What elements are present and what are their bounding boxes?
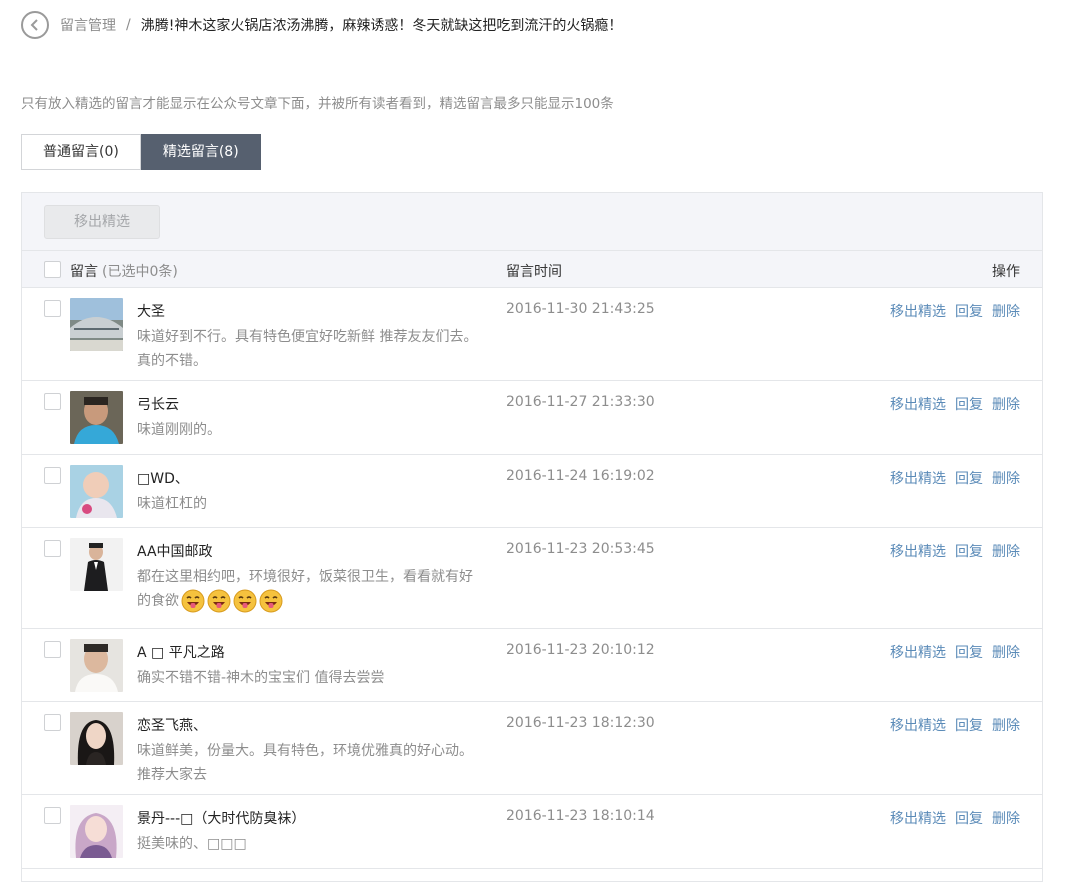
- drooling-face-icon: [207, 589, 231, 613]
- avatar: [70, 712, 123, 765]
- comment-text: 味道鲜美，份量大。具有特色，环境优雅真的好心动。推荐大家去: [137, 743, 473, 783]
- table-toolbar: 移出精选: [22, 193, 1042, 251]
- row-checkbox[interactable]: [44, 714, 61, 731]
- tab-normal-messages[interactable]: 普通留言(0): [21, 134, 141, 170]
- commenter-name: A □ 平凡之路: [137, 645, 225, 661]
- row-checkbox[interactable]: [44, 467, 61, 484]
- reply-link[interactable]: 回复: [955, 645, 983, 661]
- table-row: □WD、 味道杠杠的 2016-11-24 16:19:02 移出精选 回复 删除: [22, 455, 1042, 528]
- comment-time: 2016-11-30 21:43:25: [506, 301, 655, 317]
- comment-time: 2016-11-24 16:19:02: [506, 468, 655, 484]
- comment-text: 挺美味的、□□□: [137, 836, 247, 852]
- avatar: [70, 639, 123, 692]
- header-time: 留言时间: [506, 264, 562, 280]
- delete-link[interactable]: 删除: [992, 471, 1020, 487]
- breadcrumb: 留言管理 / 沸腾!神木这家火锅店浓汤沸腾，麻辣诱惑！冬天就缺这把吃到流汗的火锅…: [21, 10, 622, 40]
- comment-text: 确实不错不错-神木的宝宝们 值得去尝尝: [137, 670, 385, 686]
- breadcrumb-current-title: 沸腾!神木这家火锅店浓汤沸腾，麻辣诱惑！冬天就缺这把吃到流汗的火锅瘾！: [140, 18, 623, 34]
- table-row: 弓长云 味道刚刚的。 2016-11-27 21:33:30 移出精选 回复 删除: [22, 381, 1042, 455]
- remove-featured-link[interactable]: 移出精选: [890, 544, 946, 560]
- comment-text: 味道好到不行。具有特色便宜好吃新鲜 推荐友友们去。真的不错。: [137, 329, 478, 369]
- table-row: 大圣 味道好到不行。具有特色便宜好吃新鲜 推荐友友们去。真的不错。 2016-1…: [22, 288, 1042, 381]
- comment-time: 2016-11-23 20:10:12: [506, 642, 655, 658]
- comment-time: 2016-11-23 18:12:30: [506, 715, 655, 731]
- row-actions: 移出精选 回复 删除: [890, 541, 1020, 561]
- reply-link[interactable]: 回复: [955, 397, 983, 413]
- commenter-name: AA中国邮政: [137, 544, 213, 560]
- comment-time: 2016-11-23 20:53:45: [506, 541, 655, 557]
- avatar: [70, 298, 123, 351]
- delete-link[interactable]: 删除: [992, 544, 1020, 560]
- delete-link[interactable]: 删除: [992, 397, 1020, 413]
- row-checkbox[interactable]: [44, 300, 61, 317]
- delete-link[interactable]: 删除: [992, 811, 1020, 827]
- selected-count: (已选中0条): [102, 264, 178, 280]
- comment-text: 味道刚刚的。: [137, 422, 221, 438]
- row-actions: 移出精选 回复 删除: [890, 394, 1020, 414]
- row-actions: 移出精选 回复 删除: [890, 301, 1020, 321]
- comment-time: 2016-11-23 18:10:14: [506, 808, 655, 824]
- header-message-label: 留言: [70, 264, 98, 280]
- drooling-face-icon: [181, 589, 205, 613]
- table-row: A □ 平凡之路 确实不错不错-神木的宝宝们 值得去尝尝 2016-11-23 …: [22, 629, 1042, 702]
- delete-link[interactable]: 删除: [992, 718, 1020, 734]
- reply-link[interactable]: 回复: [955, 811, 983, 827]
- commenter-name: □WD、: [137, 471, 189, 487]
- emoji-group: [181, 589, 283, 613]
- commenter-name: 大圣: [137, 304, 165, 320]
- remove-featured-link[interactable]: 移出精选: [890, 471, 946, 487]
- comment-text: 都在这里相约吧，环境很好，饭菜很卫生，看看就有好的食欲: [137, 565, 482, 613]
- reply-link[interactable]: 回复: [955, 718, 983, 734]
- row-actions: 移出精选 回复 删除: [890, 808, 1020, 828]
- remove-featured-link[interactable]: 移出精选: [890, 397, 946, 413]
- commenter-name: 弓长云: [137, 397, 179, 413]
- table-header: 留言 (已选中0条) 留言时间 操作: [22, 251, 1042, 288]
- reply-link[interactable]: 回复: [955, 471, 983, 487]
- avatar: [70, 391, 123, 444]
- message-tabs: 普通留言(0) 精选留言(8): [21, 134, 261, 170]
- row-actions: 移出精选 回复 删除: [890, 642, 1020, 662]
- breadcrumb-root-link[interactable]: 留言管理: [60, 15, 116, 35]
- row-checkbox[interactable]: [44, 393, 61, 410]
- reply-link[interactable]: 回复: [955, 304, 983, 320]
- comment-time: 2016-11-27 21:33:30: [506, 394, 655, 410]
- remove-featured-link[interactable]: 移出精选: [890, 718, 946, 734]
- back-icon[interactable]: [21, 11, 49, 39]
- table-row: 景丹---□（大时代防臭袜） 挺美味的、□□□ 2016-11-23 18:10…: [22, 795, 1042, 869]
- commenter-name: 景丹---□（大时代防臭袜）: [137, 811, 306, 827]
- message-table: 移出精选 留言 (已选中0条) 留言时间 操作 大圣 味道好到不行。具有特色便宜好…: [21, 192, 1043, 882]
- row-checkbox[interactable]: [44, 807, 61, 824]
- row-actions: 移出精选 回复 删除: [890, 468, 1020, 488]
- commenter-name: 恋圣飞燕、: [137, 718, 207, 734]
- row-checkbox[interactable]: [44, 540, 61, 557]
- avatar: [70, 538, 123, 591]
- remove-featured-link[interactable]: 移出精选: [890, 304, 946, 320]
- delete-link[interactable]: 删除: [992, 304, 1020, 320]
- comment-text: 味道杠杠的: [137, 496, 207, 512]
- header-actions: 操作: [992, 264, 1020, 280]
- delete-link[interactable]: 删除: [992, 645, 1020, 661]
- breadcrumb-separator: /: [126, 17, 131, 33]
- remove-featured-button[interactable]: 移出精选: [44, 205, 160, 239]
- reply-link[interactable]: 回复: [955, 544, 983, 560]
- table-row: 恋圣飞燕、 味道鲜美，份量大。具有特色，环境优雅真的好心动。推荐大家去 2016…: [22, 702, 1042, 795]
- avatar: [70, 805, 123, 858]
- remove-featured-link[interactable]: 移出精选: [890, 645, 946, 661]
- table-row: AA中国邮政 都在这里相约吧，环境很好，饭菜很卫生，看看就有好的食欲 2016-…: [22, 528, 1042, 629]
- featured-notice: 只有放入精选的留言才能显示在公众号文章下面，并被所有读者看到，精选留言最多只能显…: [21, 96, 614, 112]
- drooling-face-icon: [259, 589, 283, 613]
- avatar: [70, 465, 123, 518]
- row-actions: 移出精选 回复 删除: [890, 715, 1020, 735]
- drooling-face-icon: [233, 589, 257, 613]
- tab-featured-messages[interactable]: 精选留言(8): [140, 134, 261, 170]
- remove-featured-link[interactable]: 移出精选: [890, 811, 946, 827]
- row-checkbox[interactable]: [44, 641, 61, 658]
- header-message: 留言 (已选中0条): [70, 261, 178, 281]
- select-all-checkbox[interactable]: [44, 261, 61, 278]
